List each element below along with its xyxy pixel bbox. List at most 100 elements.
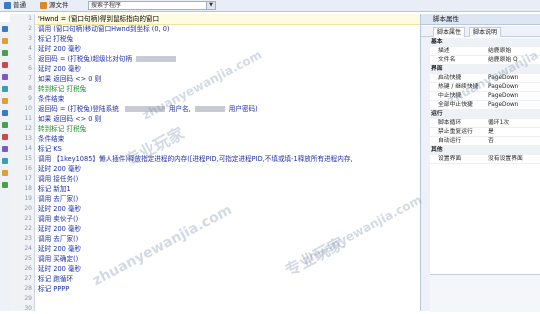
code-line[interactable]: 调用 (窗口句柄)移动窗口Hwnd到坐标 (0, 0)	[38, 24, 170, 34]
property-row[interactable]: 全部中止快捷 PageDown	[430, 101, 540, 110]
code-line[interactable]: 'Hwnd = (窗口句柄)得到鼠标指向的窗口	[38, 14, 159, 24]
code-line[interactable]: 调用 【1key1085】懒人插件)释放指定进程的内存([进程PID,可指定进程…	[38, 154, 353, 164]
tab-source[interactable]: 源文件	[38, 1, 72, 10]
code-line[interactable]: 延时 200 毫秒	[38, 204, 81, 214]
code-line[interactable]: 标记 PPPP	[38, 284, 69, 294]
code-line[interactable]: 转到标记 打税兔	[38, 84, 86, 94]
code-line-text: 调用 【1key1085】懒人插件)释放指定进程的内存([进程PID,可指定进程…	[38, 155, 353, 163]
line-number: 2	[28, 25, 32, 32]
line-number: 4	[28, 45, 32, 52]
delay-icon[interactable]	[2, 170, 8, 176]
code-line[interactable]: 延时 200 毫秒	[38, 264, 81, 274]
property-value[interactable]: PageDown	[488, 83, 540, 91]
mouse-icon[interactable]	[2, 50, 8, 56]
line-number: 14	[24, 145, 32, 152]
code-line[interactable]: 调用 去厂家()	[38, 194, 78, 204]
property-key: 其他	[431, 147, 443, 153]
code-line-text: 调用 接任务()	[38, 175, 79, 183]
code-line[interactable]: 延时 200 毫秒	[38, 244, 81, 254]
tab-script-description[interactable]: 脚本说明	[469, 27, 502, 37]
line-number: 9	[28, 95, 32, 102]
code-line[interactable]: 条件结束	[38, 94, 64, 104]
code-line[interactable]: 如果 返回码 <> 0 则	[38, 114, 101, 124]
subroutine-search-select[interactable]: 搜索子程序 ▼	[88, 1, 216, 10]
code-line-text: 标记 PPPP	[38, 285, 70, 293]
property-row[interactable]: 自动运行 否	[430, 137, 540, 146]
variable-icon[interactable]	[2, 110, 8, 116]
label-icon[interactable]	[2, 146, 8, 152]
property-category[interactable]: 运行	[430, 110, 540, 119]
code-line[interactable]: 返回码 = (打税兔)超级比对句柄	[38, 54, 176, 64]
line-number: 18	[24, 185, 32, 192]
property-description-box	[430, 274, 540, 312]
stop-icon[interactable]	[2, 134, 8, 140]
chevron-down-icon[interactable]: ▼	[206, 2, 215, 9]
call-icon[interactable]	[2, 158, 8, 164]
code-line[interactable]: 标记 跑循环	[38, 274, 73, 284]
code-line-text: 延时 200 毫秒	[38, 245, 82, 253]
property-value[interactable]: 是	[488, 128, 540, 136]
code-line-text: 调用 去厂家()	[38, 195, 79, 203]
color-icon[interactable]	[2, 74, 8, 80]
code-line-text: 条件结束	[38, 95, 65, 103]
line-number: 11	[24, 115, 32, 122]
property-value[interactable]: PageDown	[488, 92, 540, 100]
line-number: 15	[24, 155, 32, 162]
line-number: 27	[24, 275, 32, 282]
code-line[interactable]: 延时 200 毫秒	[38, 44, 81, 54]
tab-source-label: 源文件	[49, 1, 69, 9]
property-key: 文件名	[438, 57, 456, 63]
code-line-text: 延时 200 毫秒	[38, 205, 82, 213]
code-line[interactable]: 如果 返回码 <> 0 则	[38, 74, 101, 84]
code-line[interactable]: 延时 200 毫秒	[38, 224, 81, 234]
line-number: 21	[24, 215, 32, 222]
plugin-icon[interactable]	[2, 98, 8, 104]
code-line[interactable]: 调用 卖伙子()	[38, 214, 78, 224]
code-line[interactable]: 延时 200 毫秒	[38, 164, 81, 174]
code-line-text: 返回码 = (打税兔)登陆系统	[38, 105, 121, 113]
code-line[interactable]: 条件结束	[38, 134, 64, 144]
code-line[interactable]: 标记 KS	[38, 144, 62, 154]
code-line[interactable]: 标记 新加1	[38, 184, 71, 194]
code-line-text: 转到标记 打税兔	[38, 125, 87, 133]
normal-icon	[4, 2, 11, 9]
property-key: 界面	[431, 66, 443, 72]
command-icon[interactable]	[2, 26, 8, 32]
control-icon[interactable]	[2, 62, 8, 68]
tab-normal-label: 普通	[13, 1, 26, 9]
property-value[interactable]: 否	[488, 137, 540, 145]
tab-normal[interactable]: 普通	[2, 1, 29, 10]
property-value[interactable]: 没有设置界面	[488, 155, 540, 163]
code-line[interactable]: 调用 去厂家()	[38, 234, 78, 244]
property-category[interactable]: 其他	[430, 146, 540, 155]
code-line[interactable]: 调用 接任务()	[38, 174, 78, 184]
code-line-text: 延时 200 毫秒	[38, 165, 82, 173]
code-line-text: 如果 返回码 <> 0 则	[38, 115, 102, 123]
property-category[interactable]: 基本	[430, 38, 540, 47]
loop-icon[interactable]	[2, 182, 8, 188]
panel-side-strip	[421, 37, 430, 311]
tab-script-properties[interactable]: 脚本属性	[433, 27, 466, 37]
code-line-text: 如果 返回码 <> 0 则	[38, 75, 102, 83]
property-value[interactable]: 循环1次	[488, 119, 540, 127]
code-line[interactable]: 延时 200 毫秒	[38, 64, 81, 74]
line-number: 22	[24, 225, 32, 232]
property-value[interactable]: PageDown	[488, 101, 540, 109]
code-line[interactable]: 转到标记 打税兔	[38, 124, 86, 134]
property-row[interactable]: 设置界面 没有设置界面	[430, 155, 540, 164]
code-line-text: 调用 卖伙子()	[38, 215, 79, 223]
code-editor[interactable]: 'Hwnd = (窗口句柄)得到鼠标指向的窗口 调用 (窗口句柄)移动窗口Hwnd…	[35, 14, 420, 311]
code-line[interactable]: 标记 打税兔	[38, 34, 73, 44]
property-key: 运行	[431, 111, 443, 117]
other-icon[interactable]	[2, 86, 8, 92]
property-key: 禁止重复运行	[438, 129, 473, 135]
code-line-text: 延时 200 毫秒	[38, 225, 82, 233]
code-line[interactable]: 调用 买确定()	[38, 254, 78, 264]
flow-icon[interactable]	[2, 122, 8, 128]
property-key: 自动运行	[438, 138, 462, 144]
line-number: 23	[24, 235, 32, 242]
line-number: 6	[28, 65, 32, 72]
property-row[interactable]: 禁止重复运行 是	[430, 128, 540, 137]
keyboard-icon[interactable]	[2, 38, 8, 44]
property-row[interactable]: 脚本循环 循环1次	[430, 119, 540, 128]
